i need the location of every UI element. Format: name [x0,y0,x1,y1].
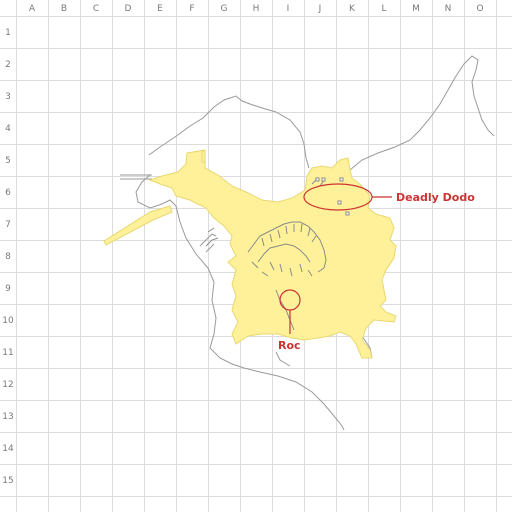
north-pier [201,149,206,163]
column-label: L [381,4,386,14]
column-label: D [125,4,132,14]
row-label: 6 [5,188,11,198]
row-label: 3 [5,92,11,102]
column-label: E [157,4,163,14]
column-label: M [412,4,420,14]
row-label: 13 [2,412,13,422]
row-label: 7 [5,220,11,230]
column-label: A [29,4,36,14]
column-label: H [253,4,260,14]
west-pier [103,205,173,246]
column-label: N [445,4,452,14]
south-river [275,351,291,367]
column-labels: A B C D E F G H I J K L M N O [29,4,484,14]
row-label: 8 [5,252,11,262]
row-label: 9 [5,284,11,294]
column-label: K [349,4,356,14]
inlet-west [205,227,219,247]
row-label: 5 [5,156,11,166]
column-label: J [318,4,322,14]
outpost-dot [315,177,320,182]
continent [103,149,397,359]
deadly-dodo-label: Deadly Dodo [396,191,475,204]
row-label: 12 [2,380,13,390]
column-label: G [221,4,228,14]
outpost-dot [321,177,326,182]
row-labels: 123456789101112131415 [2,28,14,486]
column-label: O [476,4,483,14]
row-label: 4 [5,124,11,134]
world-map: ABCDEFGHIJKLMNO 1 2 3 4 5 6 7 8 9 10 11 12 13 14 15 [0,0,512,512]
column-label: B [61,4,67,14]
north-coast-outline [148,95,310,169]
roc-label: Roc [278,339,301,352]
row-label: 2 [5,60,11,70]
row-label: 11 [2,348,13,358]
row-label: 15 [2,476,13,486]
outpost-dot [345,211,350,216]
column-label: I [287,4,290,14]
map-canvas: ABCDEFGHIJKLMNO 123456789101112131415 De… [0,0,512,512]
row-label: 10 [2,316,14,326]
column-label: F [189,4,194,14]
outpost-dot [339,177,344,182]
row-label: 1 [5,28,11,38]
column-label: C [93,4,99,14]
outpost-dot [337,200,342,205]
row-label: 14 [2,444,14,454]
